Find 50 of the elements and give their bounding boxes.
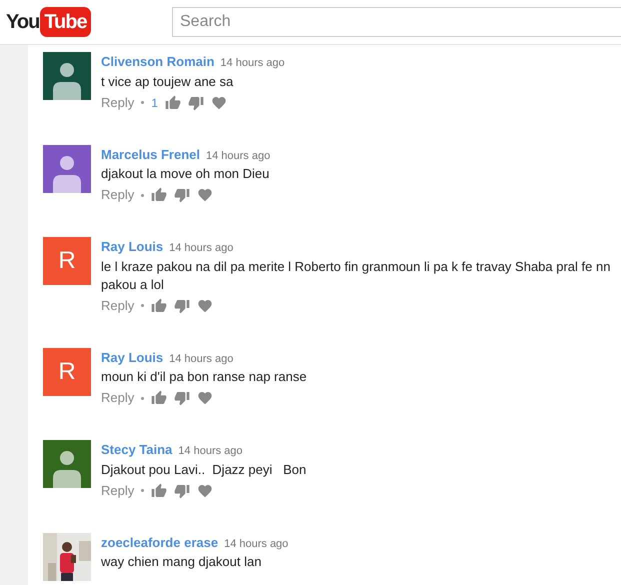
avatar: R <box>43 237 91 285</box>
author-name[interactable]: Stecy Taina <box>101 440 172 460</box>
dot-separator-icon <box>141 101 144 104</box>
timestamp[interactable]: 14 hours ago <box>206 148 270 164</box>
logo-badge: Tube <box>40 7 91 37</box>
timestamp[interactable]: 14 hours ago <box>169 350 234 367</box>
thumbs-down-icon[interactable] <box>174 390 190 406</box>
timestamp[interactable]: 14 hours ago <box>169 240 234 256</box>
heart-icon[interactable] <box>197 187 214 203</box>
timestamp[interactable]: 14 hours ago <box>178 443 243 460</box>
comment-text: Djakout pou Lavi.. Djazz peyi Bon <box>101 460 308 478</box>
heart-icon[interactable] <box>197 298 214 314</box>
logo[interactable]: You Tube <box>6 7 172 37</box>
avatar: R <box>43 348 91 396</box>
heart-icon[interactable] <box>197 482 214 498</box>
author-name[interactable]: Ray Louis <box>101 237 164 256</box>
author-name[interactable]: zoecleaforde erase <box>101 532 218 552</box>
dot-separator-icon <box>141 194 144 196</box>
thumbs-up-icon[interactable] <box>164 94 181 110</box>
reply-link[interactable]: Reply <box>101 388 134 408</box>
comment-text: djakout la move oh mon Dieu <box>101 165 270 183</box>
thumbs-up-icon[interactable] <box>151 482 168 498</box>
reply-link[interactable]: Reply <box>101 92 134 112</box>
thumbs-up-icon[interactable] <box>151 187 168 203</box>
reply-link[interactable]: Reply <box>101 185 134 205</box>
timestamp[interactable]: 14 hours ago <box>224 536 288 552</box>
timestamp[interactable]: 14 hours ago <box>220 55 285 72</box>
heart-icon[interactable] <box>210 94 227 110</box>
thumbs-down-icon[interactable] <box>174 482 190 498</box>
comment-text: way chien mang djakout lan <box>101 553 262 571</box>
thumbs-up-icon[interactable] <box>151 298 168 314</box>
dot-separator-icon <box>141 489 144 492</box>
thumbs-up-icon[interactable] <box>151 390 168 406</box>
like-count: 1 <box>151 94 158 112</box>
comment-text: le l kraze pakou na dil pa merite l Roberto fin granmoun li pa k fe travay Shaba pral fe nn pakou a lol <box>101 258 611 294</box>
logo-text: You <box>6 10 40 35</box>
search-field[interactable]: Search <box>172 7 621 37</box>
reply-link[interactable]: Reply <box>101 480 134 500</box>
thumbs-down-icon[interactable] <box>174 298 190 314</box>
reply-link[interactable]: Reply <box>101 296 134 316</box>
comment-text: t vice ap toujew ane sa <box>101 72 234 90</box>
author-name[interactable]: Marcelus Frenel <box>101 144 200 164</box>
comment-text: moun ki d'il pa bon ranse nap ranse <box>101 368 308 386</box>
thumbs-down-icon[interactable] <box>174 187 190 203</box>
author-name[interactable]: Ray Louis <box>101 348 164 367</box>
dot-separator-icon <box>141 304 144 307</box>
author-name[interactable]: Clivenson Romain <box>101 52 214 72</box>
heart-icon[interactable] <box>197 390 214 406</box>
dot-separator-icon <box>141 396 144 400</box>
thumbs-down-icon[interactable] <box>188 94 204 110</box>
